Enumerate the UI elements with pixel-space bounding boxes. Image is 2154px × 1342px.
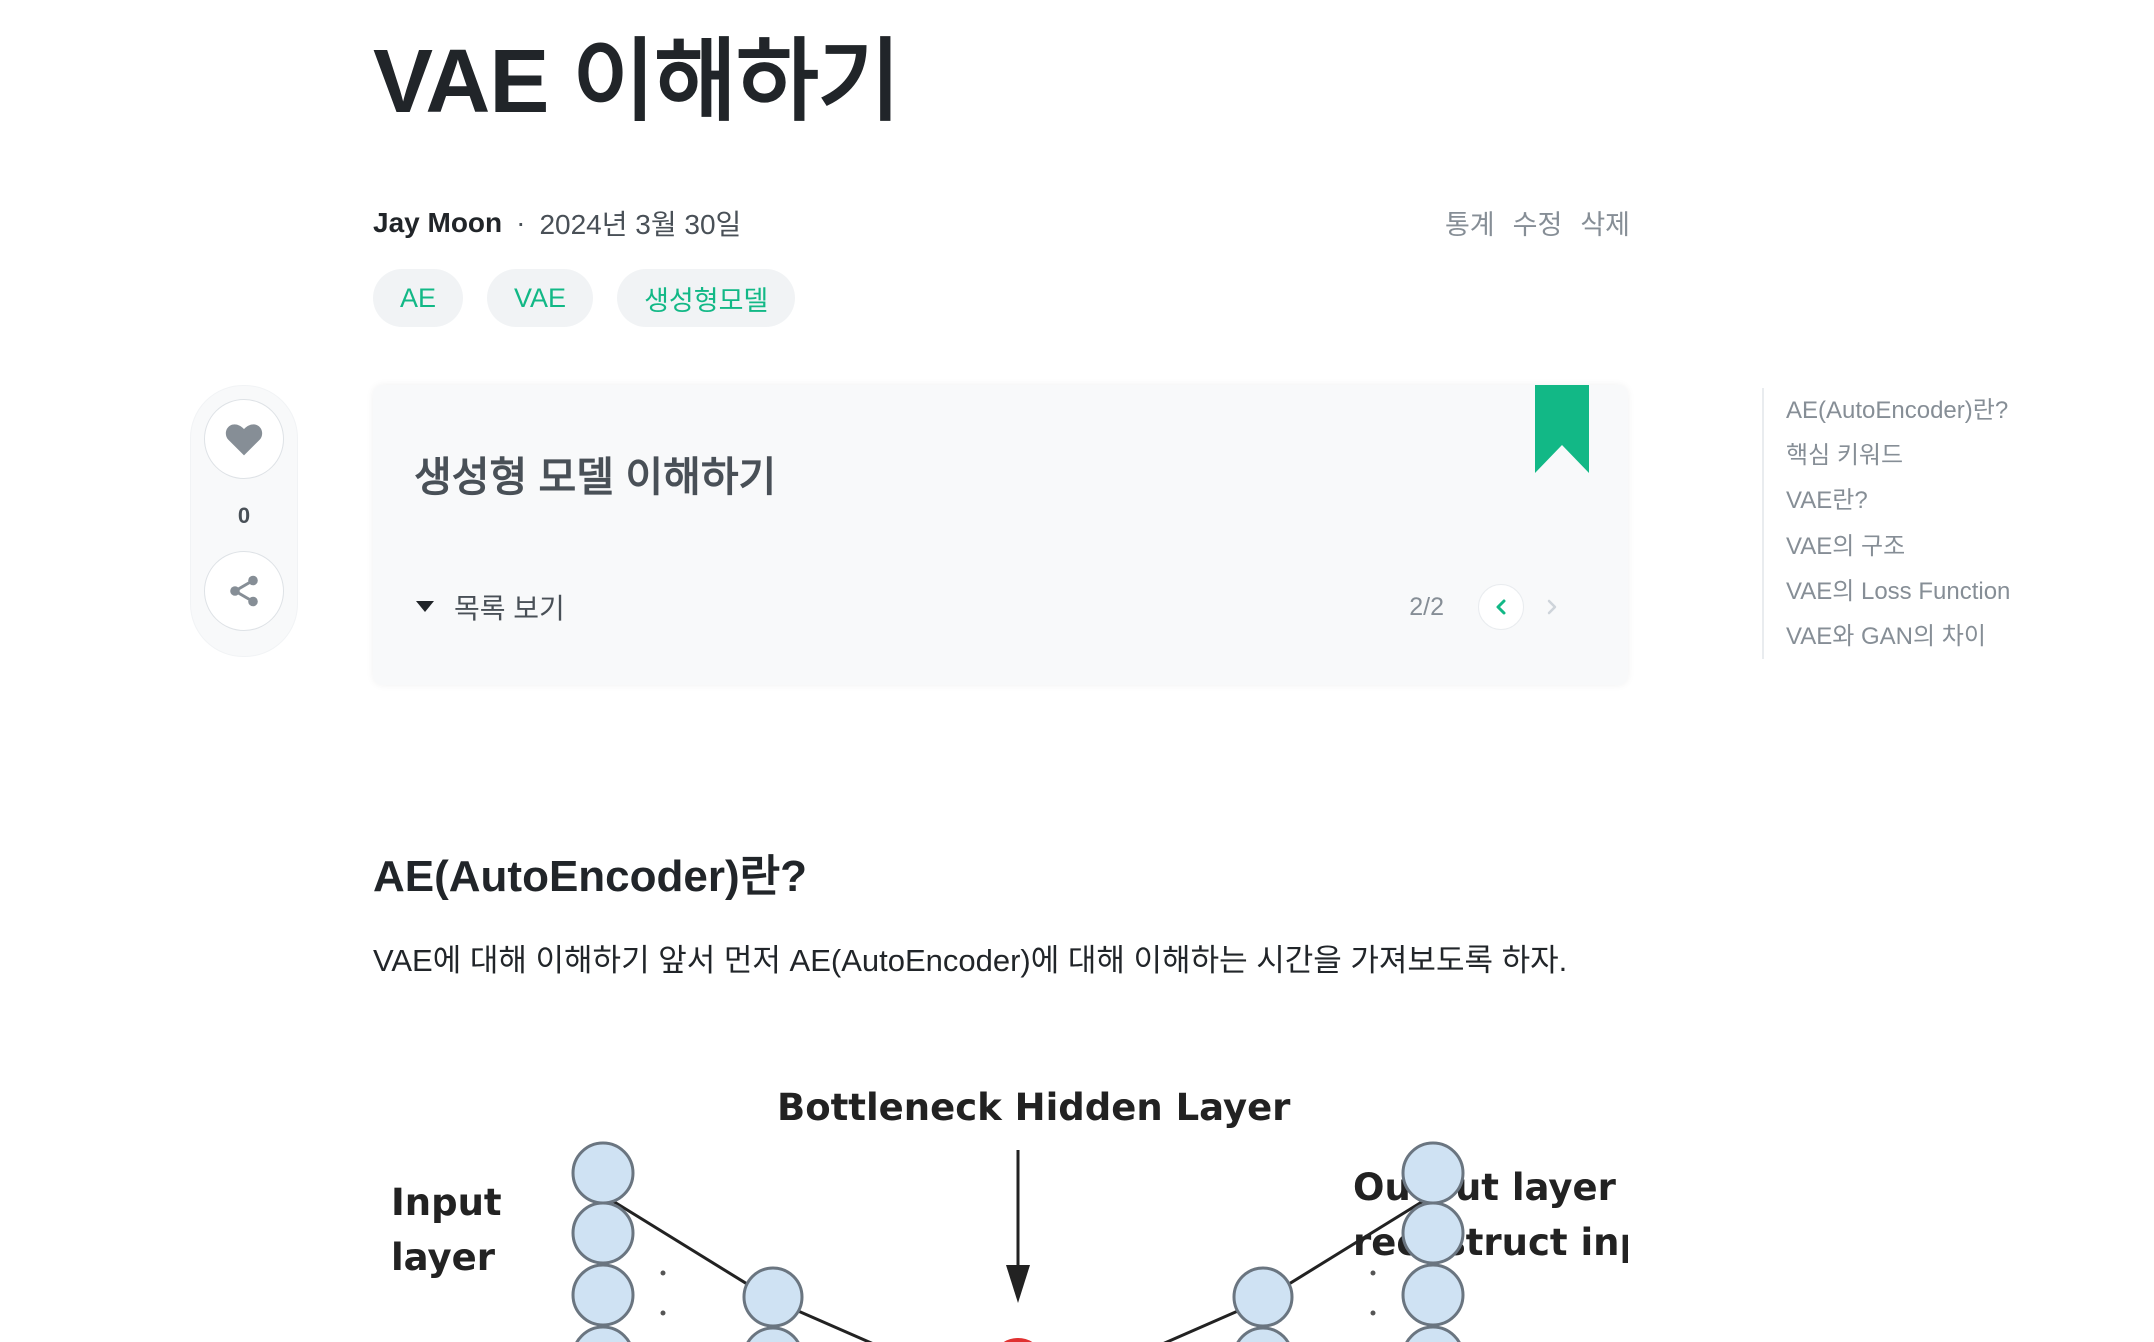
- autoencoder-figure: Bottleneck Hidden Layer Input layer Outp…: [373, 1080, 1628, 1342]
- chevron-left-icon: [1496, 599, 1506, 615]
- input-label-line2: layer: [391, 1236, 496, 1279]
- bottleneck-label: Bottleneck Hidden Layer: [777, 1086, 1291, 1129]
- autoencoder-diagram: Bottleneck Hidden Layer Input layer Outp…: [391, 1086, 1628, 1342]
- tag-ae[interactable]: AE: [373, 269, 464, 327]
- heart-icon: [225, 424, 263, 456]
- post-title: VAE 이해하기: [373, 32, 901, 132]
- series-toc-toggle[interactable]: 목록 보기: [416, 587, 565, 627]
- like-count: 0: [237, 503, 251, 528]
- toc-item-vae-structure[interactable]: VAE의 구조: [1786, 524, 2116, 569]
- toc-item-keywords[interactable]: 핵심 키워드: [1786, 433, 2116, 478]
- like-share-rail: 0: [190, 385, 298, 657]
- series-title[interactable]: 생성형 모델 이해하기: [414, 443, 776, 503]
- section-paragraph: VAE에 대해 이해하기 앞서 먼저 AE(AutoEncoder)에 대해 이…: [373, 943, 1568, 978]
- caret-down-icon: [416, 601, 434, 612]
- chevron-right-icon: [1547, 599, 1557, 615]
- output-label-line1: Output layer: [1353, 1166, 1617, 1209]
- toc-item-ae[interactable]: AE(AutoEncoder)란?: [1786, 388, 2116, 433]
- pager-count: 2/2: [1409, 592, 1444, 621]
- like-button[interactable]: [204, 399, 284, 479]
- share-button[interactable]: [204, 551, 284, 631]
- stats-link[interactable]: 통계: [1445, 203, 1495, 242]
- toc-item-vae[interactable]: VAE란?: [1786, 478, 2116, 523]
- section-heading: AE(AutoEncoder)란?: [373, 852, 808, 901]
- toc-item-vae-loss[interactable]: VAE의 Loss Function: [1786, 569, 2116, 614]
- post-meta: Jay Moon · 2024년 3월 30일: [373, 203, 741, 243]
- prev-post-button[interactable]: [1478, 584, 1524, 630]
- tag-generative-model[interactable]: 생성형모델: [617, 269, 796, 327]
- post-date: 2024년 3월 30일: [539, 209, 742, 240]
- toc-item-vae-vs-gan[interactable]: VAE와 GAN의 차이: [1786, 614, 2116, 659]
- tag-vae[interactable]: VAE: [487, 269, 594, 327]
- bottleneck-arrow: [1006, 1150, 1030, 1303]
- delete-link[interactable]: 삭제: [1580, 203, 1630, 242]
- author-name[interactable]: Jay Moon: [373, 207, 502, 239]
- table-of-contents: AE(AutoEncoder)란? 핵심 키워드 VAE란? VAE의 구조 V…: [1762, 388, 2116, 660]
- share-icon: [230, 575, 258, 607]
- series-pager: 2/2: [1409, 584, 1574, 630]
- tag-list: AE VAE 생성형모델: [373, 269, 796, 327]
- meta-separator: ·: [516, 207, 526, 238]
- toc-toggle-label: 목록 보기: [454, 593, 565, 624]
- bookmark-icon: [1535, 385, 1589, 473]
- post-actions: 통계 수정 삭제: [1445, 203, 1630, 242]
- edit-link[interactable]: 수정: [1513, 203, 1563, 242]
- input-label-line1: Input: [391, 1181, 502, 1224]
- next-post-button[interactable]: [1530, 585, 1574, 629]
- output-label-line2: recostruct input: [1353, 1221, 1628, 1264]
- series-box: 생성형 모델 이해하기 목록 보기 2/2: [373, 385, 1628, 685]
